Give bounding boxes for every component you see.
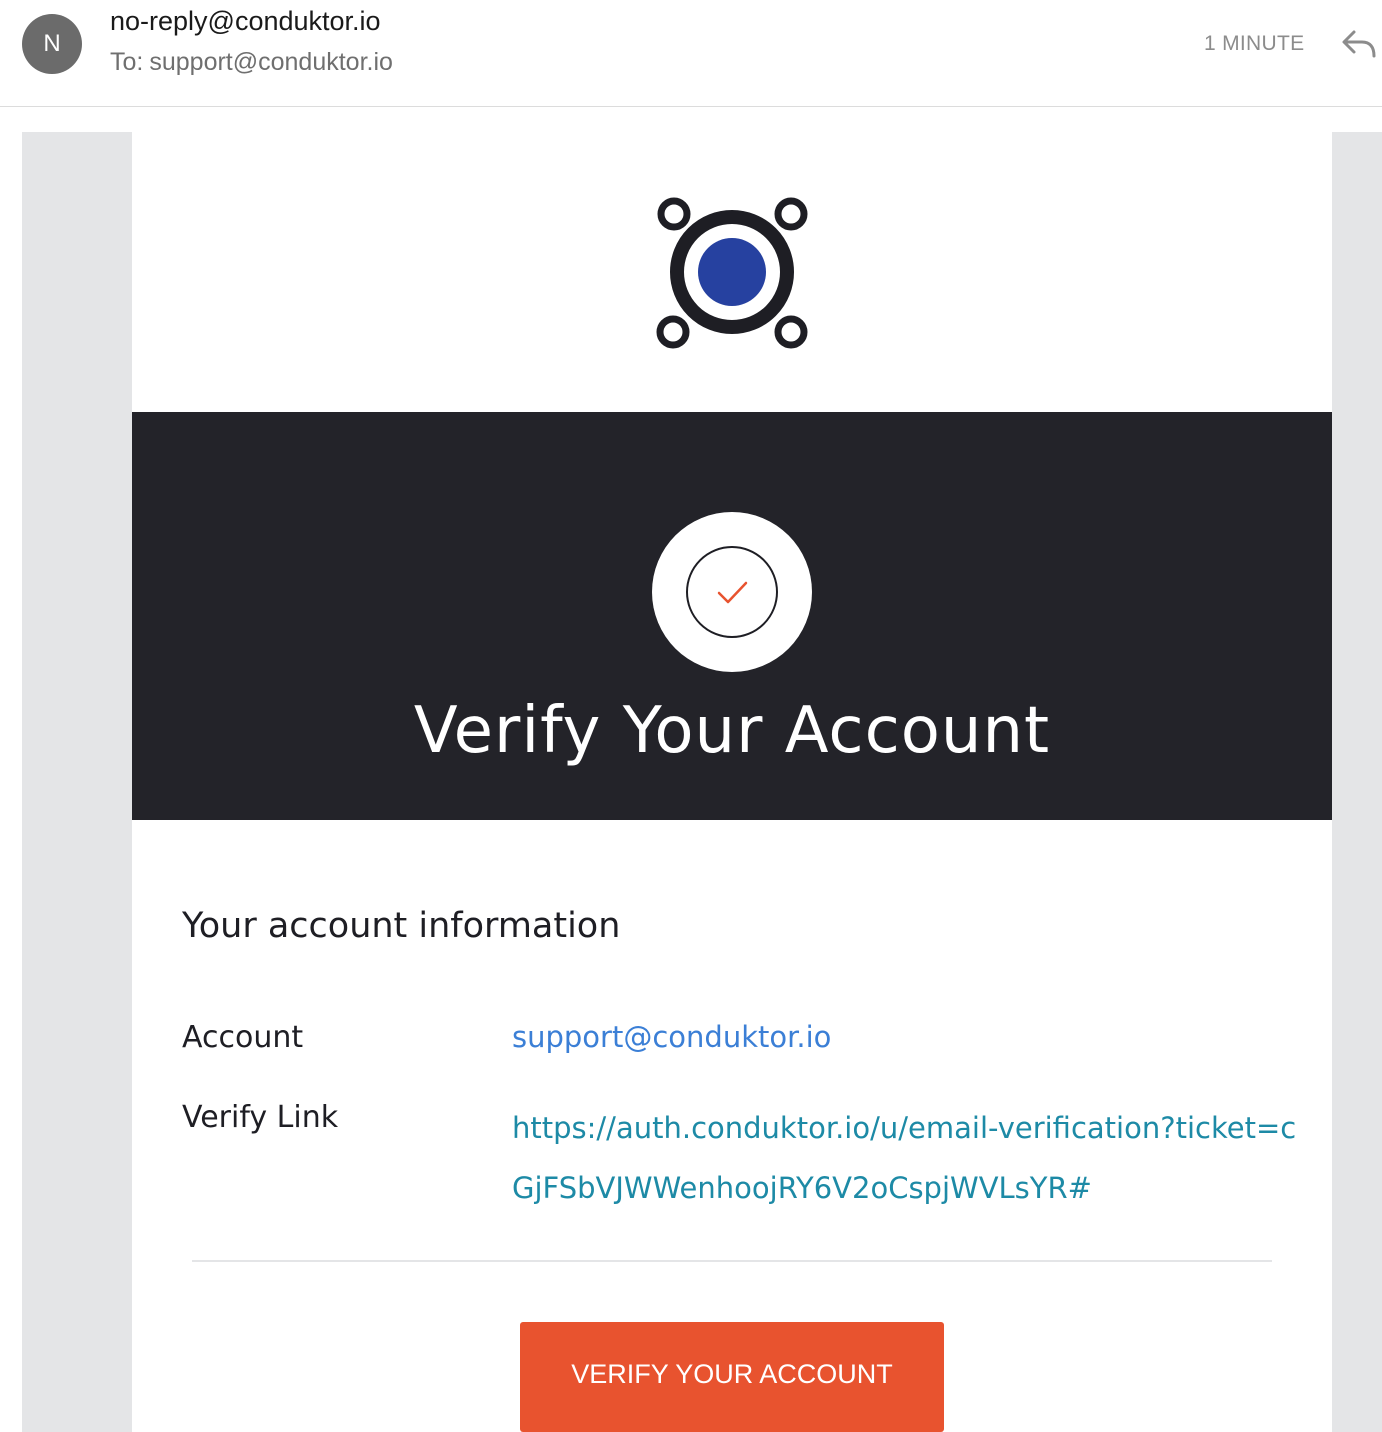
hero-banner: Verify Your Account	[132, 412, 1332, 820]
account-label: Account	[182, 1020, 304, 1055]
check-badge	[652, 512, 812, 672]
verify-account-button[interactable]: VERIFY YOUR ACCOUNT	[520, 1322, 944, 1432]
section-title: Your account information	[182, 906, 621, 946]
recipient-line: To: support@conduktor.io	[110, 48, 393, 77]
received-time: 1 MINUTE	[1204, 32, 1305, 55]
conduktor-logo-icon	[652, 192, 812, 352]
to-label: To:	[110, 48, 144, 76]
email-card: Verify Your Account Your account informa…	[132, 132, 1332, 1432]
checkmark-icon	[686, 546, 778, 638]
banner-title: Verify Your Account	[413, 694, 1051, 768]
verify-url-link[interactable]: https://auth.conduktor.io/u/email-verifi…	[512, 1098, 1302, 1218]
email-header: N no-reply@conduktor.io To: support@condu…	[0, 0, 1382, 107]
recipient-address[interactable]: support@conduktor.io	[149, 48, 393, 76]
sender-address[interactable]: no-reply@conduktor.io	[110, 6, 381, 37]
divider	[192, 1260, 1272, 1262]
verify-link-label: Verify Link	[182, 1100, 339, 1135]
reply-arrow-icon[interactable]	[1340, 26, 1378, 62]
sender-avatar[interactable]: N	[22, 14, 82, 74]
account-email-link[interactable]: support@conduktor.io	[512, 1020, 831, 1054]
